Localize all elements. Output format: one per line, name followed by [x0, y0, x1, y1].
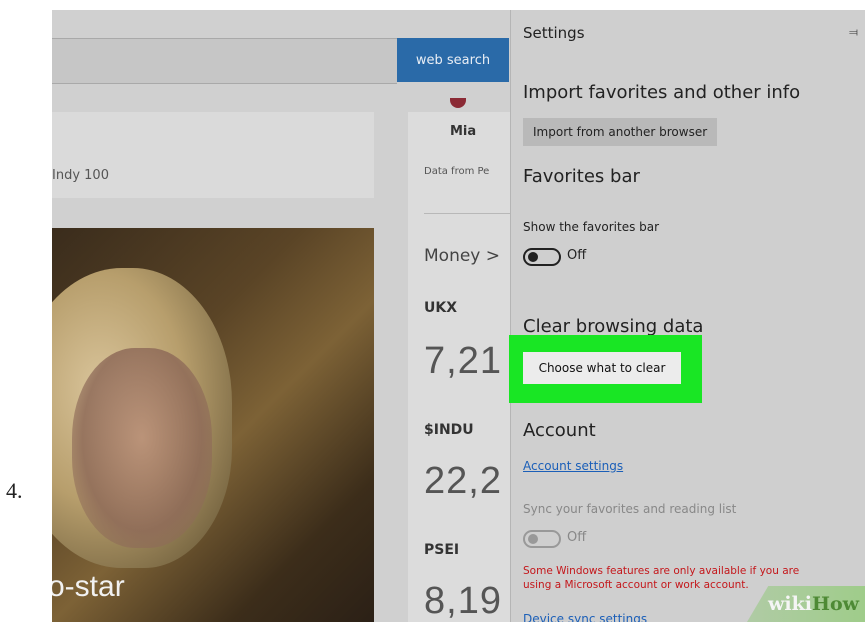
sync-label: Sync your favorites and reading list [523, 502, 737, 516]
account-heading: Account [523, 420, 596, 441]
ticker-symbol: $INDU [424, 422, 474, 438]
ticker-symbol: UKX [424, 300, 458, 316]
profile-name: Mia [450, 124, 477, 139]
settings-title: Settings [523, 24, 585, 42]
data-source-text: Data from Pe [424, 166, 490, 177]
ticker-value: 8,19 [424, 580, 502, 622]
news-photo[interactable] [52, 228, 374, 622]
favorites-toggle-state: Off [567, 248, 587, 263]
ticker-symbol: PSEI [424, 542, 460, 558]
sync-toggle[interactable] [523, 530, 561, 548]
favorites-bar-heading: Favorites bar [523, 166, 640, 187]
ticker-value: 22,2 [424, 460, 502, 502]
clear-data-heading: Clear browsing data [523, 316, 704, 337]
sync-toggle-state: Off [567, 530, 587, 545]
step-number: 4. [6, 478, 23, 503]
search-input[interactable] [52, 38, 397, 84]
device-sync-link[interactable]: Device sync settings [523, 612, 647, 622]
favorites-bar-toggle[interactable] [523, 248, 561, 266]
import-button[interactable]: Import from another browser [523, 118, 718, 146]
photo-caption: o-star [52, 570, 125, 603]
web-search-button[interactable]: web search [397, 38, 509, 82]
watermark-wiki: wiki [768, 593, 813, 615]
ticker-value: 7,21 [424, 340, 502, 382]
account-settings-link[interactable]: Account settings [523, 459, 623, 473]
news-card-text: Indy 100 [52, 168, 109, 183]
news-card[interactable] [52, 112, 374, 198]
choose-what-to-clear-button[interactable]: Choose what to clear [523, 352, 681, 384]
toggle-knob [528, 534, 538, 544]
screenshot: web search Indy 100 o-star Mia Data from… [52, 10, 865, 622]
show-favorites-label: Show the favorites bar [523, 220, 660, 234]
money-link[interactable]: Money > [424, 246, 500, 266]
toggle-knob [528, 252, 538, 262]
pin-icon[interactable]: ⫤ [849, 25, 858, 40]
avatar [450, 98, 466, 108]
import-heading: Import favorites and other info [523, 82, 801, 103]
settings-panel: Settings ⫤ Import favorites and other in… [509, 10, 865, 622]
photo-face [72, 348, 212, 548]
divider [424, 213, 510, 214]
watermark-how: How [812, 593, 859, 615]
